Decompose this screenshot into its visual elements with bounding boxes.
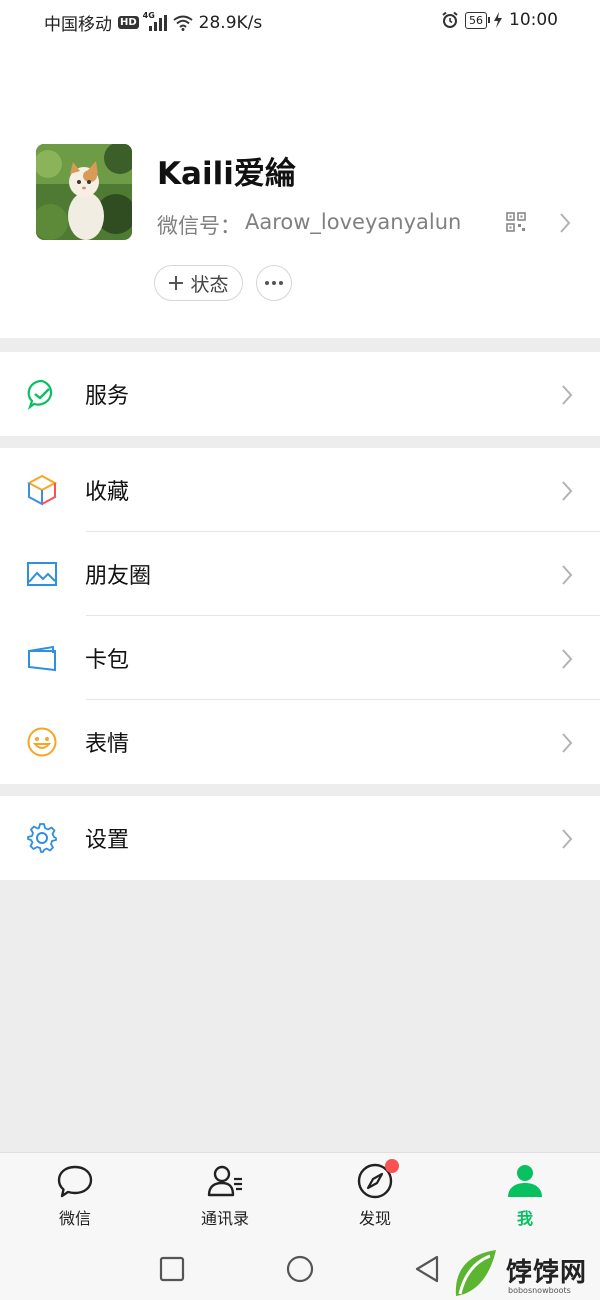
leaf-logo-icon	[455, 1250, 496, 1296]
wifi-icon	[173, 15, 193, 31]
card-wallet-icon	[28, 645, 56, 672]
chat-bubble-icon	[55, 1161, 95, 1201]
person-icon	[505, 1161, 545, 1201]
tab-contacts[interactable]: 通讯录	[175, 1161, 275, 1237]
wechat-id-value: Aarow_loveyanyalun	[245, 210, 462, 234]
menu-item-label: 收藏	[85, 480, 130, 505]
plus-icon	[169, 276, 184, 290]
menu-item-favorites[interactable]: 收藏	[0, 448, 600, 532]
hd-badge: HD	[118, 16, 139, 29]
notification-dot	[385, 1159, 399, 1173]
status-button-label: 状态	[190, 273, 229, 296]
back-triangle-icon[interactable]	[412, 1254, 442, 1284]
recents-square-icon[interactable]	[157, 1254, 187, 1284]
menu-item-label: 表情	[85, 732, 130, 757]
menu-item-label: 卡包	[85, 648, 130, 673]
carrier-name: 中国移动	[44, 15, 112, 35]
network-type: 4G	[142, 10, 155, 20]
signal-icon: 4G	[143, 11, 167, 31]
wechat-id-row: 微信号： Aarow_loveyanyalun	[157, 210, 461, 240]
sticker-smile-icon	[27, 727, 57, 757]
tab-label: 微信	[58, 1209, 91, 1228]
chevron-right-icon	[562, 829, 573, 849]
profile-nickname: Kaili爱綸	[157, 156, 296, 192]
add-status-button[interactable]: 状态	[154, 265, 243, 301]
charging-bolt-icon	[494, 12, 502, 28]
tab-label: 我	[516, 1209, 533, 1228]
cat-avatar-image	[36, 144, 132, 240]
home-circle-icon[interactable]	[285, 1254, 315, 1284]
menu-group-main: 收藏 朋友圈 卡包 表情	[0, 448, 600, 784]
moments-photo-icon	[27, 562, 57, 586]
menu-group-settings: 设置	[0, 796, 600, 880]
menu-item-label: 服务	[85, 384, 130, 409]
qr-code-icon[interactable]	[506, 212, 526, 232]
menu-group-services: 服务	[0, 352, 600, 436]
menu-item-card-wallet[interactable]: 卡包	[0, 616, 600, 700]
alarm-icon	[442, 11, 458, 28]
tab-label: 发现	[358, 1209, 391, 1228]
network-speed: 28.9K/s	[198, 12, 263, 33]
chevron-right-icon	[562, 565, 573, 585]
chevron-right-icon	[562, 481, 573, 501]
tab-me[interactable]: 我	[475, 1161, 575, 1237]
watermark: 饽饽网 bobosnowboots	[450, 1248, 600, 1300]
menu-item-settings[interactable]: 设置	[0, 796, 600, 880]
chevron-right-icon	[562, 733, 573, 753]
chevron-right-icon	[562, 649, 573, 669]
more-button[interactable]	[256, 265, 292, 301]
status-bar-right: 56 10:00	[441, 10, 558, 30]
tab-label: 通讯录	[200, 1209, 249, 1228]
tab-chats[interactable]: 微信	[25, 1161, 125, 1237]
watermark-url: bobosnowboots	[508, 1286, 571, 1295]
chevron-right-icon	[560, 213, 571, 233]
wechat-id-label: 微信号：	[157, 214, 241, 238]
menu-item-stickers[interactable]: 表情	[0, 700, 600, 784]
clock-time: 10:00	[509, 10, 558, 30]
bottom-tab-bar: 微信 通讯录 发现 我	[0, 1152, 600, 1238]
chevron-right-icon	[562, 385, 573, 405]
favorites-cube-icon	[26, 474, 58, 506]
menu-item-label: 设置	[85, 828, 130, 853]
compass-icon	[355, 1159, 399, 1201]
status-bar-left: 中国移动 HD 4G 28.9K/s	[44, 10, 263, 36]
wechat-pay-icon	[27, 379, 53, 410]
gear-icon	[27, 823, 57, 853]
menu-item-moments[interactable]: 朋友圈	[0, 532, 600, 616]
battery-icon: 56	[465, 11, 490, 29]
tab-discover[interactable]: 发现	[325, 1159, 425, 1237]
contacts-icon	[205, 1161, 245, 1201]
menu-item-label: 朋友圈	[85, 564, 152, 589]
watermark-brand: 饽饽网	[506, 1258, 588, 1288]
ellipsis-icon	[265, 281, 269, 285]
profile-header[interactable]: Kaili爱綸 微信号： Aarow_loveyanyalun 状态	[0, 42, 600, 338]
status-bar: 中国移动 HD 4G 28.9K/s 56 10:00	[0, 0, 600, 42]
menu-item-services[interactable]: 服务	[0, 352, 600, 436]
avatar[interactable]	[36, 144, 132, 240]
